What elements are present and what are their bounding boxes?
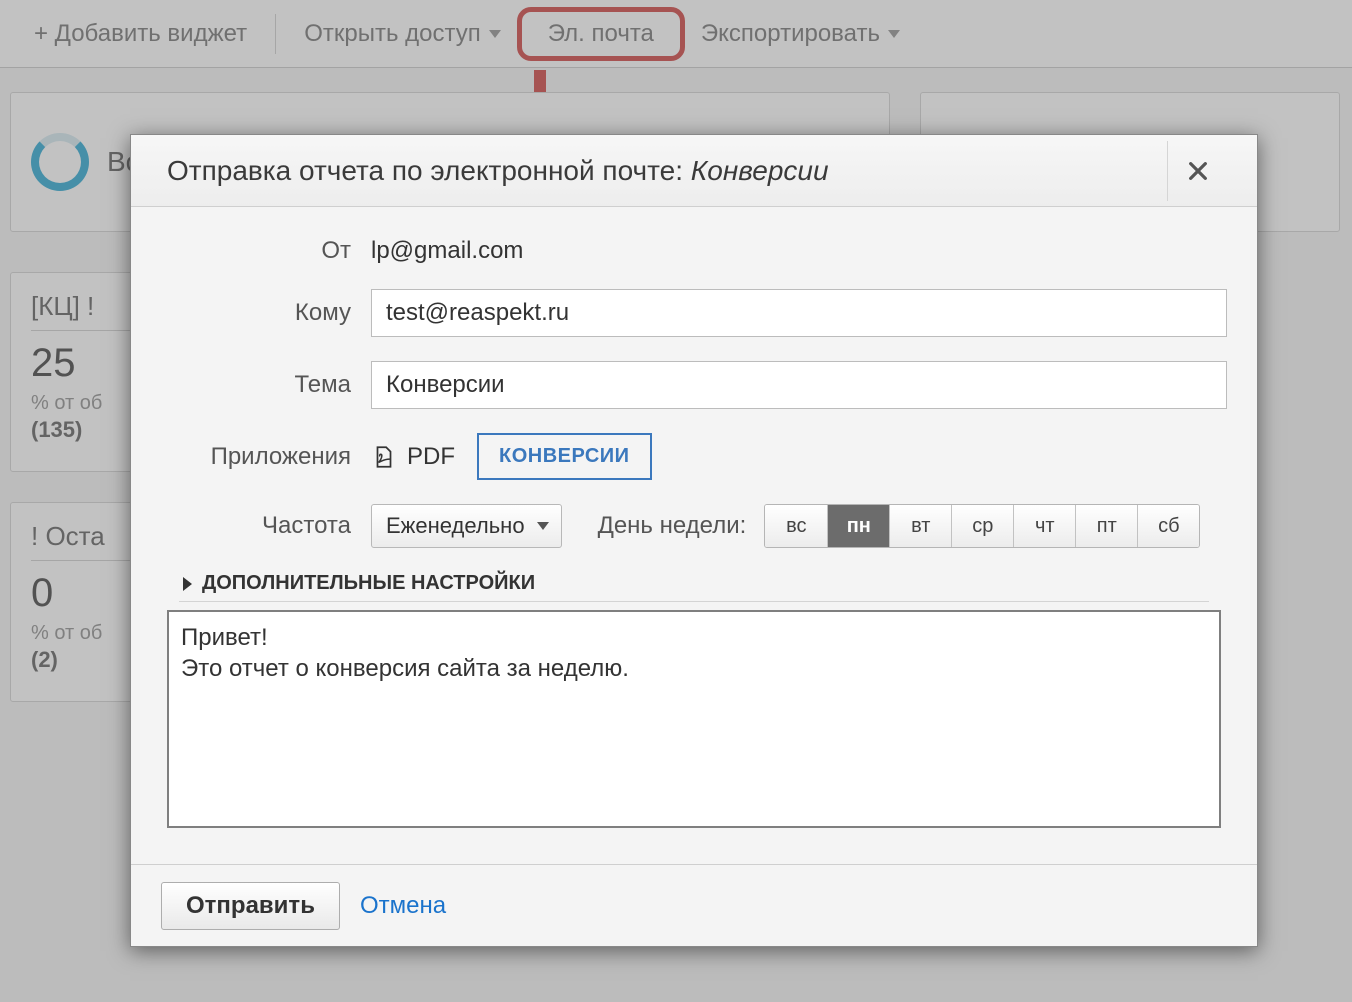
- day-wed[interactable]: ср: [951, 505, 1013, 547]
- subject-input[interactable]: [371, 361, 1227, 409]
- export-label: Экспортировать: [701, 20, 880, 48]
- share-button[interactable]: Открыть доступ: [288, 12, 517, 56]
- from-row: От lp@gmail.com: [161, 237, 1227, 265]
- chevron-right-icon: [183, 577, 192, 591]
- toolbar: + Добавить виджет Открыть доступ Эл. поч…: [0, 0, 1352, 68]
- day-thu[interactable]: чт: [1013, 505, 1075, 547]
- day-tue[interactable]: вт: [889, 505, 951, 547]
- to-input[interactable]: [371, 289, 1227, 337]
- caret-down-icon: [489, 30, 501, 38]
- caret-down-icon: [888, 30, 900, 38]
- divider: [179, 601, 1209, 602]
- day-fri[interactable]: пт: [1075, 505, 1137, 547]
- pdf-attachment: PDF: [371, 443, 455, 471]
- day-sun[interactable]: вс: [765, 505, 827, 547]
- day-sat[interactable]: сб: [1137, 505, 1199, 547]
- divider: [275, 14, 276, 54]
- advanced-settings-toggle[interactable]: ДОПОЛНИТЕЛЬНЫЕ НАСТРОЙКИ: [183, 572, 1227, 595]
- email-report-modal: Отправка отчета по электронной почте: Ко…: [130, 134, 1258, 947]
- day-button-group: вс пн вт ср чт пт сб: [764, 504, 1200, 548]
- frequency-select[interactable]: Еженедельно: [371, 504, 562, 548]
- attachments-row: Приложения PDF КОНВЕРСИИ: [161, 433, 1227, 480]
- export-button[interactable]: Экспортировать: [685, 12, 916, 56]
- subject-row: Тема: [161, 361, 1227, 409]
- to-label: Кому: [161, 299, 371, 327]
- message-textarea[interactable]: [167, 610, 1221, 828]
- modal-titlebar: Отправка отчета по электронной почте: Ко…: [131, 135, 1257, 207]
- subject-label: Тема: [161, 371, 371, 399]
- close-button[interactable]: [1167, 141, 1227, 201]
- from-label: От: [161, 237, 371, 265]
- pdf-icon: [371, 444, 397, 470]
- spinner-icon: [31, 133, 89, 191]
- add-widget-button[interactable]: + Добавить виджет: [18, 12, 263, 56]
- modal-footer: Отправить Отмена: [131, 864, 1257, 946]
- caret-down-icon: [537, 522, 549, 530]
- modal-title: Отправка отчета по электронной почте: Ко…: [167, 155, 829, 187]
- attachment-chip[interactable]: КОНВЕРСИИ: [477, 433, 652, 480]
- to-row: Кому: [161, 289, 1227, 337]
- cancel-link[interactable]: Отмена: [360, 892, 446, 920]
- pdf-label: PDF: [407, 443, 455, 471]
- frequency-row: Частота Еженедельно День недели: вс пн в…: [161, 504, 1227, 548]
- day-of-week-label: День недели:: [598, 512, 747, 540]
- send-button[interactable]: Отправить: [161, 882, 340, 930]
- close-icon: [1187, 160, 1209, 182]
- from-value: lp@gmail.com: [371, 237, 523, 265]
- modal-title-prefix: Отправка отчета по электронной почте:: [167, 155, 691, 186]
- modal-title-name: Конверсии: [691, 155, 829, 186]
- day-mon[interactable]: пн: [827, 505, 889, 547]
- attachments-label: Приложения: [161, 443, 371, 471]
- share-label: Открыть доступ: [304, 20, 481, 48]
- frequency-label: Частота: [161, 512, 371, 540]
- modal-body: От lp@gmail.com Кому Тема Приложения PDF…: [131, 207, 1257, 843]
- advanced-label: ДОПОЛНИТЕЛЬНЫЕ НАСТРОЙКИ: [202, 572, 535, 595]
- frequency-value: Еженедельно: [386, 513, 525, 539]
- email-button[interactable]: Эл. почта: [517, 7, 685, 61]
